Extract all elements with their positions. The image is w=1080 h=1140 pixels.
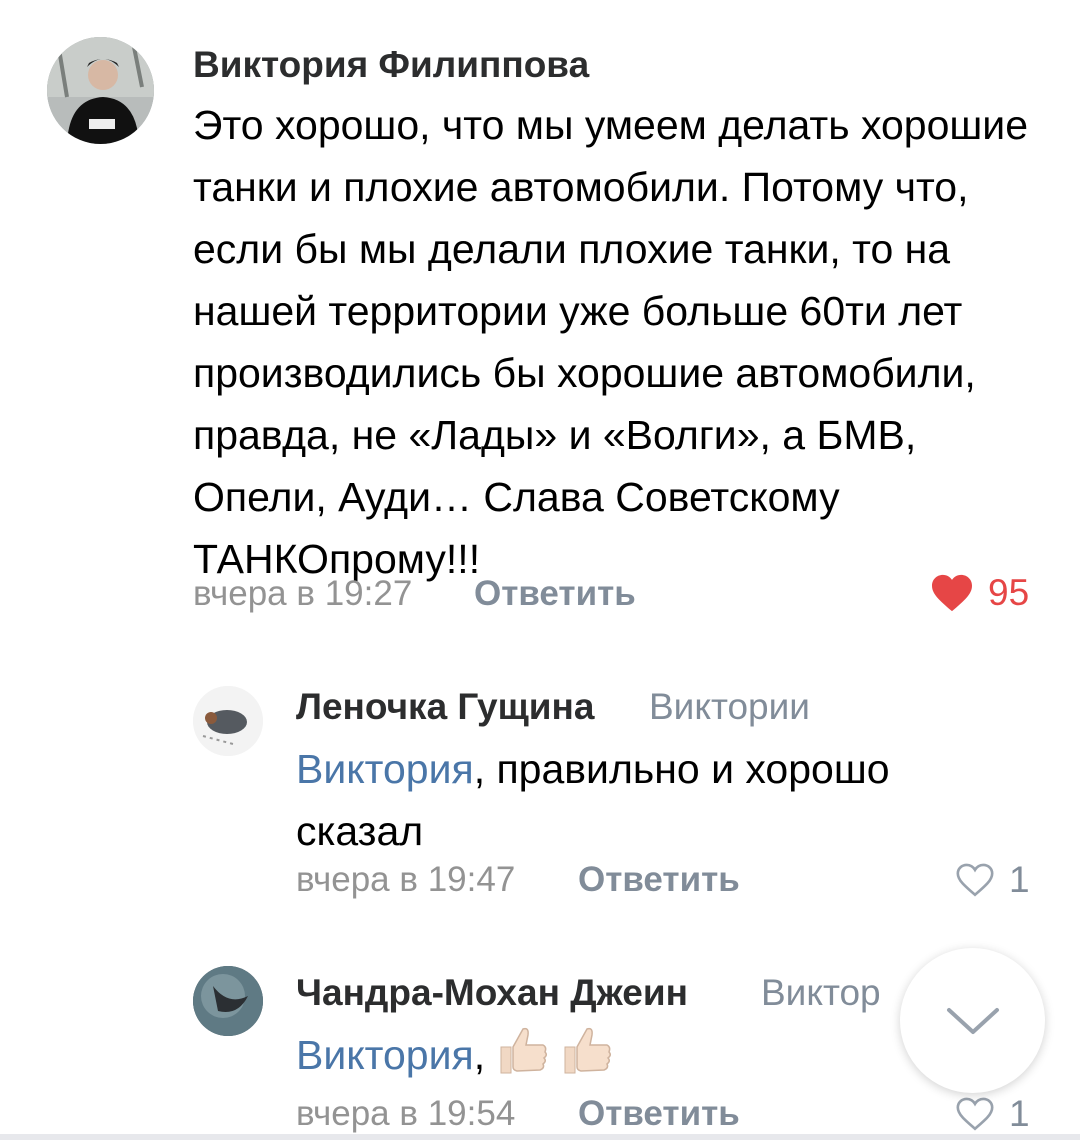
user-photo-icon xyxy=(47,37,154,144)
comment-text: Это хорошо, что мы умеем делать хорошие … xyxy=(193,102,1028,582)
user-photo-icon xyxy=(193,686,263,756)
avatar[interactable] xyxy=(193,686,263,756)
reply-to-name[interactable]: Виктор xyxy=(761,972,881,1014)
heart-filled-icon xyxy=(932,574,972,612)
comment-time: вчера в 19:54 xyxy=(296,1094,516,1133)
comment-text: Виктория, правильно и хорошо сказал xyxy=(296,738,996,862)
thumbs-up-icon xyxy=(495,1025,549,1092)
reply-button[interactable]: Ответить xyxy=(474,574,636,614)
mention-link[interactable]: Виктория xyxy=(296,1032,474,1078)
like-button[interactable]: 1 xyxy=(955,859,1030,901)
divider xyxy=(0,1134,1080,1140)
avatar[interactable] xyxy=(47,37,154,144)
comment-time: вчера в 19:47 xyxy=(296,860,516,899)
like-button[interactable]: 1 xyxy=(955,1093,1030,1135)
comment-author[interactable]: Виктория Филиппова xyxy=(193,44,589,86)
mention-link[interactable]: Виктория xyxy=(296,746,474,792)
comment-text: Виктория, xyxy=(296,1024,996,1092)
comment-author[interactable]: Чандра-Мохан Джеин xyxy=(296,972,688,1014)
comments-page: Виктория Филиппова Это хорошо, что мы ум… xyxy=(0,0,1080,1140)
user-photo-icon xyxy=(193,966,263,1036)
comment-author[interactable]: Леночка Гущина xyxy=(296,686,594,728)
reply-to-name[interactable]: Виктории xyxy=(649,686,810,728)
chevron-down-icon xyxy=(946,1007,999,1034)
avatar[interactable] xyxy=(193,966,263,1036)
thumbs-up-icon xyxy=(559,1025,613,1092)
comment-time: вчера в 19:27 xyxy=(193,574,413,613)
scroll-down-button[interactable] xyxy=(900,948,1045,1093)
comment-text-rest: , xyxy=(473,1032,486,1078)
like-count: 1 xyxy=(1009,1093,1030,1134)
like-button[interactable]: 95 xyxy=(930,572,1029,614)
reply-button[interactable]: Ответить xyxy=(578,860,740,900)
like-count: 95 xyxy=(988,572,1030,613)
reply-button[interactable]: Ответить xyxy=(578,1094,740,1134)
heart-outline-icon xyxy=(956,863,994,897)
like-count: 1 xyxy=(1009,859,1030,900)
heart-outline-icon xyxy=(956,1097,994,1131)
